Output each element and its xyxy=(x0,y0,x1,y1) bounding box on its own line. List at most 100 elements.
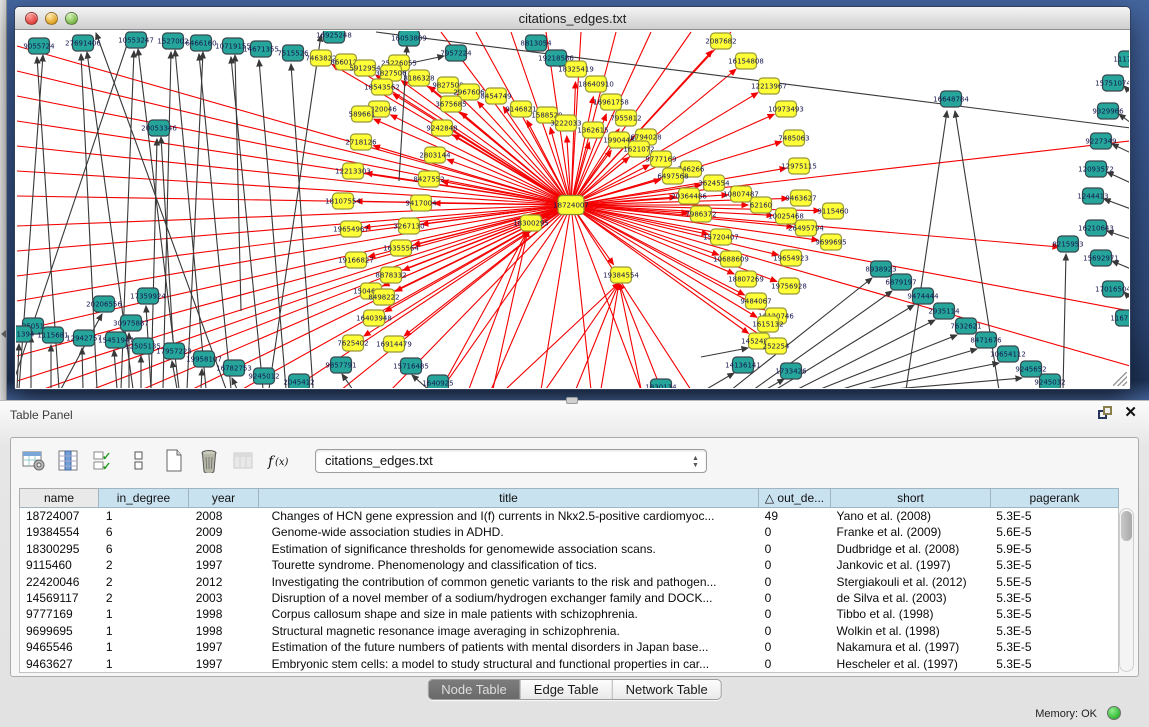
delete-column-icon[interactable] xyxy=(196,448,222,474)
graph-node[interactable]: 8813054 xyxy=(520,35,552,51)
graph-node[interactable]: 15716485 xyxy=(393,358,429,374)
graph-node[interactable]: 9699695 xyxy=(815,234,846,250)
graph-node[interactable]: 16961758 xyxy=(593,94,629,110)
graph-node[interactable]: 12975115 xyxy=(781,158,817,174)
graph-node[interactable]: 16355564 xyxy=(383,240,419,256)
graph-node[interactable]: 18107554 xyxy=(325,193,361,209)
float-panel-icon[interactable] xyxy=(1098,406,1112,420)
table-row[interactable]: 946362711997Embryonic stem cells: a mode… xyxy=(20,656,1118,672)
graph-node[interactable]: 7957224 xyxy=(440,45,472,61)
collapse-arrow-icon[interactable] xyxy=(1,330,6,338)
graph-node[interactable]: 1244413 xyxy=(1077,188,1108,204)
table-row[interactable]: 1456911722003Disruption of a novel membe… xyxy=(20,590,1118,606)
graph-node[interactable]: 9329966 xyxy=(1092,103,1124,119)
column-header-short[interactable]: short xyxy=(831,488,991,508)
graph-node[interactable]: 12093572 xyxy=(1078,161,1114,177)
graph-node[interactable]: 16403948 xyxy=(356,310,392,326)
graph-node[interactable]: 19166827 xyxy=(338,252,374,268)
column-header-name[interactable]: name xyxy=(19,488,99,508)
table-row[interactable]: 946554611997Estimation of the future num… xyxy=(20,639,1118,655)
graph-node[interactable]: 16154808 xyxy=(728,53,764,69)
graph-node[interactable]: 1117204 xyxy=(1113,51,1129,67)
table-row[interactable]: 911546021997Tourette syndrome. Phenomeno… xyxy=(20,557,1118,573)
graph-node[interactable]: 62160 xyxy=(750,197,772,213)
table-row[interactable]: 1872400712008Changes of HCN gene express… xyxy=(20,508,1118,524)
graph-node[interactable]: 18640910 xyxy=(578,76,614,92)
window-resize-grip[interactable] xyxy=(1113,372,1127,386)
graph-node[interactable]: 6466160 xyxy=(185,35,216,51)
graph-node[interactable]: 8878332 xyxy=(375,267,406,283)
graph-node[interactable]: 15751074 xyxy=(1095,75,1129,91)
graph-node[interactable]: 9857791 xyxy=(325,357,356,373)
graph-node[interactable]: 9484067 xyxy=(740,293,771,309)
graph-node[interactable]: 10688609 xyxy=(713,251,749,267)
graph-node[interactable]: 16053809 xyxy=(391,31,427,46)
table-row[interactable]: 1830029562008Estimation of significance … xyxy=(20,541,1118,557)
graph-node[interactable]: 16914479 xyxy=(376,336,412,352)
graph-node[interactable]: 9115460 xyxy=(817,203,848,219)
graph-node[interactable]: 19384554 xyxy=(603,267,639,283)
graph-node[interactable]: 9227349 xyxy=(1085,133,1116,149)
table-scrollbar-thumb[interactable] xyxy=(1121,511,1132,541)
graph-node[interactable]: 8215953 xyxy=(1052,236,1083,252)
graph-node[interactable]: 7515526 xyxy=(277,45,309,61)
tab-network-table[interactable]: Network Table xyxy=(612,680,721,699)
graph-node[interactable]: 1640925 xyxy=(422,375,453,388)
table-options-icon[interactable] xyxy=(21,448,47,474)
close-panel-icon[interactable]: ✕ xyxy=(1124,406,1137,420)
graph-node[interactable]: 1527002 xyxy=(157,33,188,49)
graph-node[interactable]: 252254 xyxy=(763,338,790,354)
table-row[interactable]: 969969511998Structural magnetic resonanc… xyxy=(20,623,1118,639)
graph-node[interactable]: 18724007 xyxy=(553,196,589,215)
graph-node[interactable]: 10654112 xyxy=(990,346,1026,362)
toggle-columns-icon[interactable] xyxy=(56,448,82,474)
table-selector-dropdown[interactable]: citations_edges.txt ▲▼ xyxy=(315,449,707,473)
row-height-icon[interactable] xyxy=(126,448,152,474)
graph-node[interactable]: 7625402 xyxy=(337,335,368,351)
graph-node[interactable]: 19756928 xyxy=(771,278,807,294)
graph-node[interactable]: 16648784 xyxy=(933,91,969,107)
graph-node[interactable]: 2935114 xyxy=(928,303,960,319)
graph-node[interactable]: 1830134 xyxy=(645,379,677,388)
column-select-icon[interactable]: ✓✓ xyxy=(91,448,117,474)
graph-node[interactable]: 7485063 xyxy=(778,130,809,146)
graph-node[interactable]: 27691406 xyxy=(65,35,101,51)
graph-node[interactable]: 9463627 xyxy=(785,190,816,206)
column-header-year[interactable]: year xyxy=(189,488,259,508)
graph-node[interactable]: 16210643 xyxy=(1078,220,1114,236)
graph-node[interactable]: 17016504 xyxy=(1095,281,1129,297)
panel-divider-handle[interactable] xyxy=(566,397,578,404)
graph-node[interactable]: 20206556 xyxy=(86,296,122,312)
graph-node[interactable]: 7632621 xyxy=(950,318,981,334)
column-header-in-degree[interactable]: in_degree xyxy=(99,488,189,508)
graph-node[interactable]: 10553247 xyxy=(118,32,154,48)
table-row[interactable]: 2242004622012Investigating the contribut… xyxy=(20,574,1118,590)
graph-node[interactable]: 589661 xyxy=(349,106,376,122)
graph-node[interactable]: 16925248 xyxy=(316,31,352,43)
graph-node[interactable]: 3624554 xyxy=(698,175,730,191)
column-header-out-de-[interactable]: △ out_de... xyxy=(759,488,831,508)
graph-node[interactable]: 8186328 xyxy=(403,70,434,86)
network-canvas[interactable]: 9055724276914061055324715270026466160107… xyxy=(16,31,1129,388)
graph-node[interactable]: 9055724 xyxy=(23,38,55,54)
function-builder-icon[interactable]: f(x) xyxy=(266,448,292,474)
graph-node[interactable]: 1167533 xyxy=(1110,310,1129,326)
column-header-pagerank[interactable]: pagerank xyxy=(991,488,1119,508)
graph-node[interactable]: 12213303 xyxy=(335,163,371,179)
table-scrollbar[interactable] xyxy=(1119,508,1134,672)
graph-node[interactable]: 2087682 xyxy=(705,33,736,49)
table-row[interactable]: 977716911998Corpus callosum shape and si… xyxy=(20,606,1118,622)
delete-table-icon[interactable] xyxy=(231,448,257,474)
graph-node[interactable]: 19654923 xyxy=(773,250,809,266)
graph-node[interactable]: 1733426 xyxy=(775,363,807,379)
column-header-title[interactable]: title xyxy=(259,488,759,508)
table-row[interactable]: 1938455462009Genome-wide association stu… xyxy=(20,524,1118,540)
graph-node[interactable]: 7955812 xyxy=(610,110,641,126)
tab-node-table[interactable]: Node Table xyxy=(428,680,520,699)
graph-node[interactable]: 9417004 xyxy=(405,195,437,211)
create-column-icon[interactable] xyxy=(161,448,187,474)
graph-node[interactable]: 15692971 xyxy=(1083,250,1119,266)
graph-node[interactable]: 2045412 xyxy=(283,374,314,388)
graph-node[interactable]: 17359924 xyxy=(130,288,166,304)
graph-node[interactable]: 12942757 xyxy=(66,330,102,346)
